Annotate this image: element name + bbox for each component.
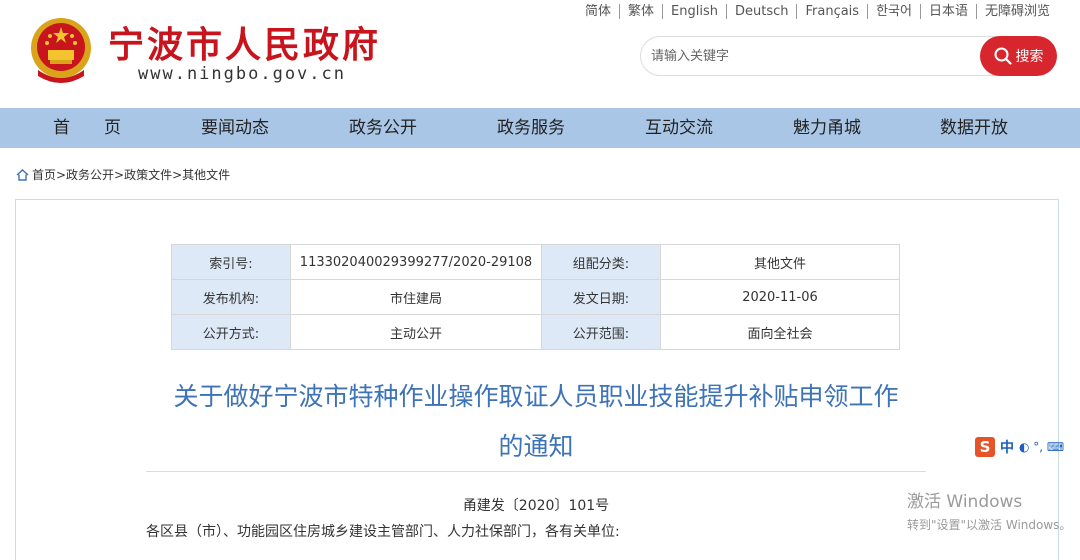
search-button[interactable]: 搜索 [980, 36, 1057, 76]
category-label: 组配分类: [541, 244, 661, 280]
title-divider [146, 471, 926, 472]
nav-charm[interactable]: 魅力甬城 [793, 108, 861, 148]
lang-korean[interactable]: 한국어 [867, 4, 920, 19]
scope-label: 公开范围: [541, 314, 661, 350]
windows-activation-watermark: 激活 Windows 转到"设置"以激活 Windows。 [907, 487, 1071, 533]
lang-simplified[interactable]: 简体 [577, 4, 619, 19]
search-input[interactable] [640, 36, 1000, 76]
nav-open-data[interactable]: 数据开放 [940, 108, 1008, 148]
method-label: 公开方式: [171, 314, 291, 350]
document-title-line2: 的通知 [498, 432, 574, 461]
document-title-line1: 关于做好宁波市特种作业操作取证人员职业技能提升补贴申领工作 [173, 382, 899, 411]
table-row: 索引号: 113302040029399277/2020-29108 组配分类:… [171, 244, 900, 280]
national-emblem-icon[interactable] [28, 14, 94, 84]
index-label: 索引号: [171, 244, 291, 280]
lang-english[interactable]: English [662, 4, 726, 19]
index-value: 113302040029399277/2020-29108 [290, 244, 542, 280]
ime-toolbar[interactable]: S 中 ◐ °, ⌨ [975, 437, 1078, 457]
lang-traditional[interactable]: 繁体 [619, 4, 662, 19]
issuer-value: 市住建局 [290, 279, 542, 315]
lang-japanese[interactable]: 日本语 [919, 4, 976, 19]
search-button-label: 搜索 [1015, 49, 1044, 65]
nav-gov-services[interactable]: 政务服务 [497, 108, 565, 148]
date-value: 2020-11-06 [660, 279, 900, 315]
lang-deutsch[interactable]: Deutsch [725, 4, 797, 19]
table-row: 发布机构: 市住建局 发文日期: 2020-11-06 [171, 279, 900, 315]
scope-value: 面向全社会 [660, 314, 900, 350]
search-box: 搜索 [640, 36, 1058, 78]
category-value: 其他文件 [660, 244, 900, 280]
date-label: 发文日期: [541, 279, 661, 315]
search-icon [994, 47, 1012, 65]
ime-mode[interactable]: 中 [1000, 437, 1014, 457]
nav-interaction[interactable]: 互动交流 [645, 108, 713, 148]
nav-gov-affairs[interactable]: 政务公开 [349, 108, 417, 148]
issuer-label: 发布机构: [171, 279, 291, 315]
table-row: 公开方式: 主动公开 公开范围: 面向全社会 [171, 314, 900, 350]
breadcrumb: 首页>政务公开>政策文件>其他文件 [16, 166, 230, 183]
document-info-table: 索引号: 113302040029399277/2020-29108 组配分类:… [171, 244, 900, 350]
document-title: 关于做好宁波市特种作业操作取证人员职业技能提升补贴申领工作 的通知 [140, 372, 932, 472]
document-salutation: 各区县（市）、功能园区住房城乡建设主管部门、人力社保部门，各有关单位: [146, 524, 620, 540]
accessibility-link[interactable]: 无障碍浏览 [975, 4, 1058, 19]
activation-hint: 转到"设置"以激活 Windows。 [907, 518, 1072, 532]
ime-symbols[interactable]: ◐ °, ⌨ [1019, 440, 1064, 454]
site-header: 宁波市人民政府 www.ningbo.gov.cn 简体 繁体 English … [0, 0, 1080, 108]
breadcrumb-path[interactable]: 首页>政务公开>政策文件>其他文件 [32, 166, 230, 183]
main-nav: 首 页 要闻动态 政务公开 政务服务 互动交流 魅力甬城 数据开放 [0, 108, 1080, 148]
site-title[interactable]: 宁波市人民政府 [108, 16, 381, 68]
nav-news[interactable]: 要闻动态 [201, 108, 269, 148]
site-url: www.ningbo.gov.cn [138, 64, 346, 84]
lang-francais[interactable]: Français [796, 4, 867, 19]
method-value: 主动公开 [290, 314, 542, 350]
sogou-logo-icon[interactable]: S [975, 437, 995, 457]
activation-title: 激活 Windows [907, 492, 1023, 512]
document-number: 甬建发〔2020〕101号 [462, 498, 610, 514]
nav-home[interactable]: 首 页 [53, 108, 121, 148]
language-bar: 简体 繁体 English Deutsch Français 한국어 日本语 无… [577, 4, 1058, 19]
home-icon[interactable] [16, 168, 29, 181]
